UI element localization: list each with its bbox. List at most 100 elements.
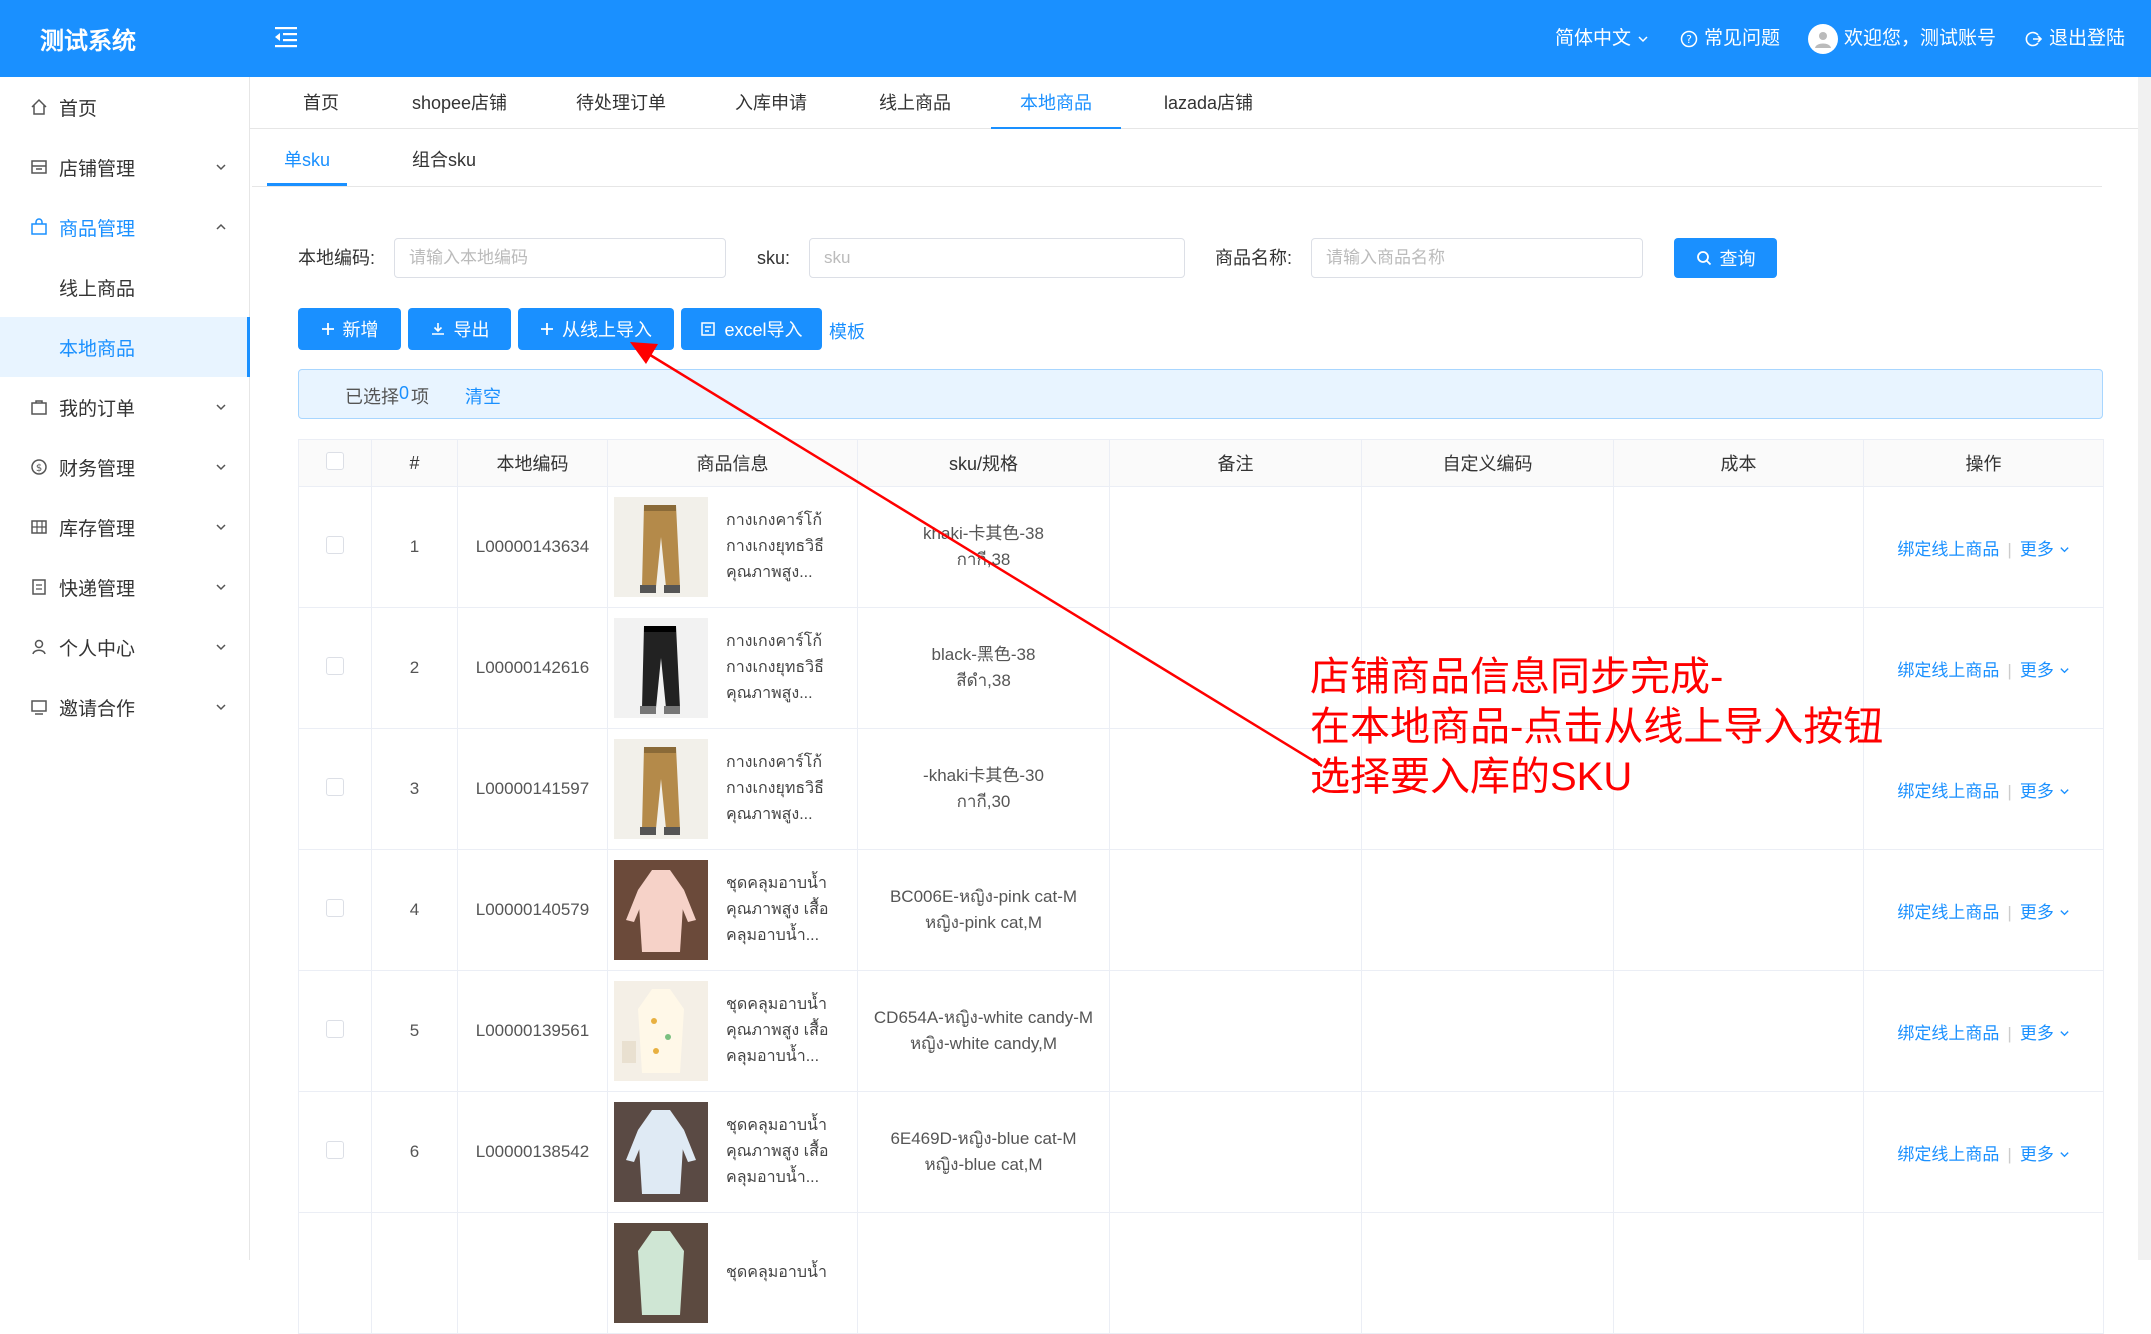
row-local-code: L00000138542 xyxy=(457,1091,608,1213)
more-dropdown[interactable]: 更多 xyxy=(2020,1145,2070,1164)
annotation-line-1: 店铺商品信息同步完成- xyxy=(1310,655,1724,699)
header-remark: 备注 xyxy=(1109,439,1362,487)
local-code-input[interactable] xyxy=(394,238,726,278)
product-name: กางเกงคาร์โก้ กางเกงยุทธวิธี คุณภาพสูง..… xyxy=(726,512,824,581)
sidebar-item-personal-center[interactable]: 个人中心 xyxy=(0,617,250,677)
more-dropdown[interactable]: 更多 xyxy=(2020,903,2070,922)
row-actions: 绑定线上商品 | 更多 xyxy=(1863,486,2104,608)
bind-online-product-link[interactable]: 绑定线上商品 xyxy=(1897,782,1999,801)
table-row[interactable]: 5 L00000139561 ชุดคลุมอาบน้ำ คุณภาพสูง เสื… xyxy=(298,970,2104,1092)
order-icon xyxy=(29,397,49,417)
express-icon xyxy=(29,577,49,597)
table-row[interactable]: 4 L00000140579 ชุดคลุมอาบน้ำ คุณภาพสูง เสื… xyxy=(298,849,2104,971)
product-name-input[interactable] xyxy=(1311,238,1643,278)
table-row[interactable]: ชุดคลุมอาบน้ำ xyxy=(298,1212,2104,1334)
table-row[interactable]: 6 L00000138542 ชุดคลุมอาบน้ำ คุณภาพสูง เสื… xyxy=(298,1091,2104,1213)
more-dropdown[interactable]: 更多 xyxy=(2020,661,2070,680)
product-thumbnail[interactable] xyxy=(614,618,708,718)
tab-online-products[interactable]: 线上商品 xyxy=(879,77,951,129)
product-name: กางเกงคาร์โก้ กางเกงยุทธวิธี คุณภาพสูง..… xyxy=(726,754,824,823)
chevron-down-icon xyxy=(2059,909,2069,915)
product-thumbnail[interactable] xyxy=(614,860,708,960)
bind-online-product-link[interactable]: 绑定线上商品 xyxy=(1897,1024,1999,1043)
more-dropdown[interactable]: 更多 xyxy=(2020,1024,2070,1043)
header-cost: 成本 xyxy=(1613,439,1864,487)
sidebar-item-invite[interactable]: 邀请合作 xyxy=(0,677,250,737)
sku-spec: หญิง-white candy,M xyxy=(909,1034,1058,1053)
more-label: 更多 xyxy=(2019,539,2054,559)
product-thumbnail[interactable] xyxy=(614,1102,708,1202)
bind-online-product-link[interactable]: 绑定线上商品 xyxy=(1897,903,1999,922)
product-thumbnail[interactable] xyxy=(614,497,708,597)
row-checkbox[interactable] xyxy=(326,777,344,796)
excel-import-button[interactable]: excel导入 xyxy=(681,308,822,350)
export-button-label: 导出 xyxy=(453,320,490,340)
chevron-down-icon xyxy=(2059,546,2069,552)
products-table: # 本地编码 商品信息 sku/规格 备注 自定义编码 成本 操作 1 L0000… xyxy=(298,439,2104,1334)
tab-stock-in-request[interactable]: 入库申请 xyxy=(735,77,807,129)
tab-combo-sku[interactable]: 组合sku xyxy=(412,130,476,186)
more-dropdown[interactable]: 更多 xyxy=(2020,782,2070,801)
sidebar-item-product-management[interactable]: 商品管理 xyxy=(0,197,250,257)
select-all-checkbox[interactable] xyxy=(326,451,344,470)
bind-online-product-link[interactable]: 绑定线上商品 xyxy=(1897,1145,1999,1164)
product-thumbnail[interactable] xyxy=(614,739,708,839)
row-select-cell xyxy=(298,1212,372,1334)
search-button[interactable]: 查询 xyxy=(1674,238,1777,278)
import-online-button[interactable]: 从线上导入 xyxy=(518,308,674,350)
file-import-icon xyxy=(701,322,716,336)
user-menu[interactable]: 欢迎您，测试账号 xyxy=(1808,0,1996,77)
svg-text:$: $ xyxy=(36,463,42,474)
faq-link[interactable]: ? 常见问题 xyxy=(1680,0,1780,77)
row-checkbox[interactable] xyxy=(326,1019,344,1038)
more-label: 更多 xyxy=(2019,902,2054,922)
sidebar-item-label: 商品管理 xyxy=(59,218,136,240)
sidebar-item-finance[interactable]: $ 财务管理 xyxy=(0,437,250,497)
sidebar-item-inventory[interactable]: 库存管理 xyxy=(0,497,250,557)
page-scrollbar[interactable] xyxy=(2138,77,2151,1260)
select-all-cell xyxy=(298,439,372,487)
template-link[interactable]: 模板 xyxy=(829,318,865,344)
row-custom-code xyxy=(1361,1212,1614,1334)
sidebar-item-home[interactable]: 首页 xyxy=(0,77,250,137)
table-row[interactable]: 1 L00000143634 กางเกงคาร์โก้ กางเกงยุทธวิธ… xyxy=(298,486,2104,608)
language-selector[interactable]: 简体中文 xyxy=(1555,0,1649,77)
row-checkbox[interactable] xyxy=(326,535,344,554)
export-button[interactable]: 导出 xyxy=(408,308,511,350)
tab-shopee-shop[interactable]: shopee店铺 xyxy=(412,77,507,129)
clear-selection-link[interactable]: 清空 xyxy=(465,383,501,409)
row-cost xyxy=(1613,970,1864,1092)
sku-spec: กากี,30 xyxy=(956,792,1011,811)
row-checkbox[interactable] xyxy=(326,656,344,675)
sku-input[interactable] xyxy=(809,238,1185,278)
add-button[interactable]: 新增 xyxy=(298,308,401,350)
menu-fold-icon[interactable] xyxy=(272,22,302,52)
sidebar-item-my-orders[interactable]: 我的订单 xyxy=(0,377,250,437)
sku-spec: หญิง-pink cat,M xyxy=(924,913,1043,932)
tab-pending-orders[interactable]: 待处理订单 xyxy=(576,77,666,129)
sidebar-item-label: 线上商品 xyxy=(59,278,136,300)
bind-online-product-link[interactable]: 绑定线上商品 xyxy=(1897,540,1999,559)
bind-online-product-link[interactable]: 绑定线上商品 xyxy=(1897,661,1999,680)
tab-lazada-shop[interactable]: lazada店铺 xyxy=(1164,77,1253,129)
tab-home[interactable]: 首页 xyxy=(303,77,339,129)
sidebar-item-online-products[interactable]: 线上商品 xyxy=(0,257,250,317)
sidebar-item-local-products[interactable]: 本地商品 xyxy=(0,317,250,377)
logout-link[interactable]: 退出登陆 xyxy=(2025,0,2125,77)
tab-single-sku[interactable]: 单sku xyxy=(267,130,347,186)
sidebar-item-express[interactable]: 快递管理 xyxy=(0,557,250,617)
sidebar-item-shop-management[interactable]: 店铺管理 xyxy=(0,137,250,197)
tab-local-products[interactable]: 本地商品 xyxy=(991,77,1121,129)
action-separator: | xyxy=(2007,902,2012,922)
user-avatar-icon xyxy=(1815,31,1831,48)
sku-code: -khaki卡其色-30 xyxy=(923,766,1044,785)
row-checkbox[interactable] xyxy=(326,898,344,917)
row-product-info: ชุดคลุมอาบน้ำ คุณภาพสูง เสื้อ คลุมอาบน้ำ… xyxy=(607,849,858,971)
row-checkbox[interactable] xyxy=(326,1140,344,1159)
product-thumbnail[interactable] xyxy=(614,981,708,1081)
row-product-info: กางเกงคาร์โก้ กางเกงยุทธวิธี คุณภาพสูง..… xyxy=(607,607,858,729)
more-dropdown[interactable]: 更多 xyxy=(2020,540,2070,559)
sidebar: 首页 店铺管理 商品管理 线上商品 本地商品 我的订单 $ 财务管理 库存管理 … xyxy=(0,77,250,1260)
product-thumbnail[interactable] xyxy=(614,1223,708,1323)
selection-bar: 已选择 0 项 清空 xyxy=(298,369,2103,419)
